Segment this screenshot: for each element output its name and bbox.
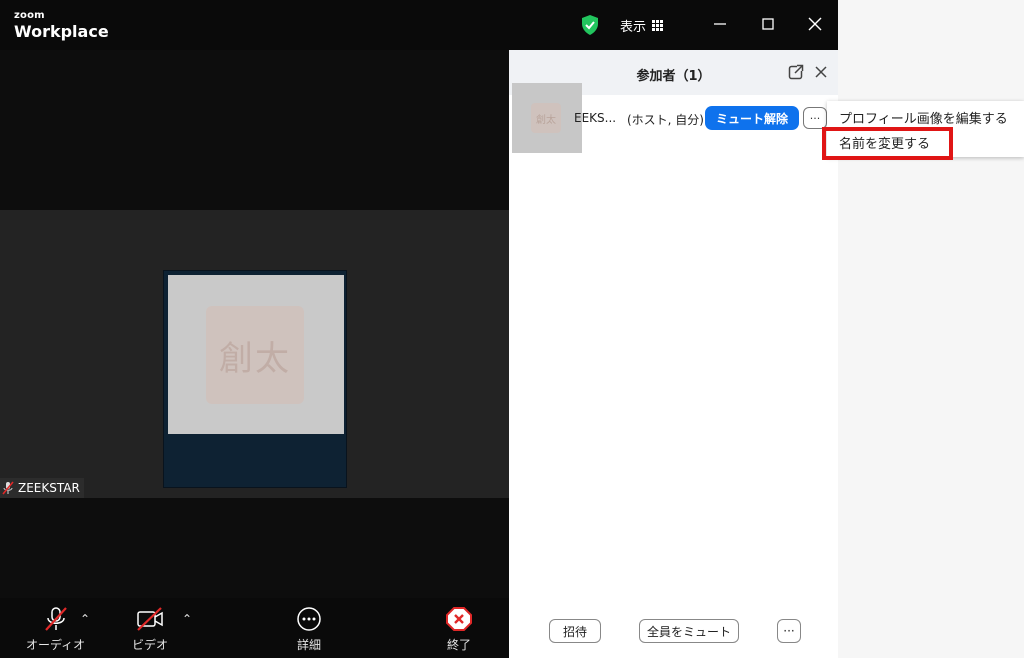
brand-zoom: zoom xyxy=(14,10,45,21)
popout-icon[interactable] xyxy=(788,64,804,80)
muted-mic-icon xyxy=(44,607,67,631)
video-area: 創太 ZEEKSTAR xyxy=(0,50,509,598)
meeting-toolbar: オーディオ ⌃ ビデオ ⌃ 詳細 終了 xyxy=(0,598,509,658)
zoom-window: zoom Workplace 表示 創太 ZEEKSTAR オーディオ ⌃ ビデ… xyxy=(0,0,838,658)
video-off-icon xyxy=(137,607,163,631)
name-tag: ZEEKSTAR xyxy=(0,478,84,498)
muted-mic-icon xyxy=(2,481,14,495)
audio-button[interactable]: オーディオ xyxy=(26,606,85,653)
avatar-frame: 創太 xyxy=(163,270,347,488)
video-button[interactable]: ビデオ xyxy=(132,606,168,653)
more-button[interactable]: 詳細 xyxy=(295,606,323,653)
participant-name: EEKS... xyxy=(574,111,617,125)
footer-more-button[interactable]: ··· xyxy=(777,619,801,643)
highlight-box xyxy=(822,127,953,160)
panel-footer: 招待 全員をミュート ··· xyxy=(509,616,838,646)
more-icon xyxy=(297,607,321,631)
participant-row[interactable]: 創太 EEKS... (ホスト, 自分) ミュート解除 ··· xyxy=(509,82,838,154)
more-label: 詳細 xyxy=(296,638,321,652)
end-button[interactable]: 終了 xyxy=(445,606,473,653)
view-label: 表示 xyxy=(620,20,647,35)
participants-panel: 参加者（1） 創太 EEKS... (ホスト, 自分) ミュート解除 ··· 招… xyxy=(509,50,838,658)
panel-close-icon[interactable] xyxy=(813,64,829,80)
title-bar: zoom Workplace 表示 xyxy=(0,0,838,50)
participant-avatar-image: 創太 xyxy=(531,103,561,133)
audio-label: オーディオ xyxy=(26,638,86,652)
maximize-icon[interactable] xyxy=(757,13,779,35)
participant-more-button[interactable]: ··· xyxy=(803,107,827,129)
close-icon[interactable] xyxy=(804,13,826,35)
avatar-image: 創太 xyxy=(206,306,304,404)
participant-avatar: 創太 xyxy=(168,275,344,434)
menu-item-edit-profile-picture[interactable]: プロフィール画像を編集する xyxy=(839,108,1008,127)
audio-caret-icon[interactable]: ⌃ xyxy=(80,612,90,626)
shield-check-icon[interactable] xyxy=(580,14,600,36)
name-tag-label: ZEEKSTAR xyxy=(18,481,80,495)
invite-button[interactable]: 招待 xyxy=(549,619,601,643)
brand-workplace: Workplace xyxy=(14,22,109,41)
minimize-icon[interactable] xyxy=(709,13,731,35)
end-label: 終了 xyxy=(446,638,471,652)
mute-all-button[interactable]: 全員をミュート xyxy=(639,619,739,643)
grid-icon xyxy=(652,19,664,32)
participant-role: (ホスト, 自分) xyxy=(627,113,704,127)
unmute-button[interactable]: ミュート解除 xyxy=(705,106,799,130)
end-icon xyxy=(446,607,472,631)
video-label: ビデオ xyxy=(132,638,169,652)
view-button[interactable]: 表示 xyxy=(620,16,664,35)
participant-avatar: 創太 xyxy=(512,83,582,153)
video-caret-icon[interactable]: ⌃ xyxy=(182,612,192,626)
